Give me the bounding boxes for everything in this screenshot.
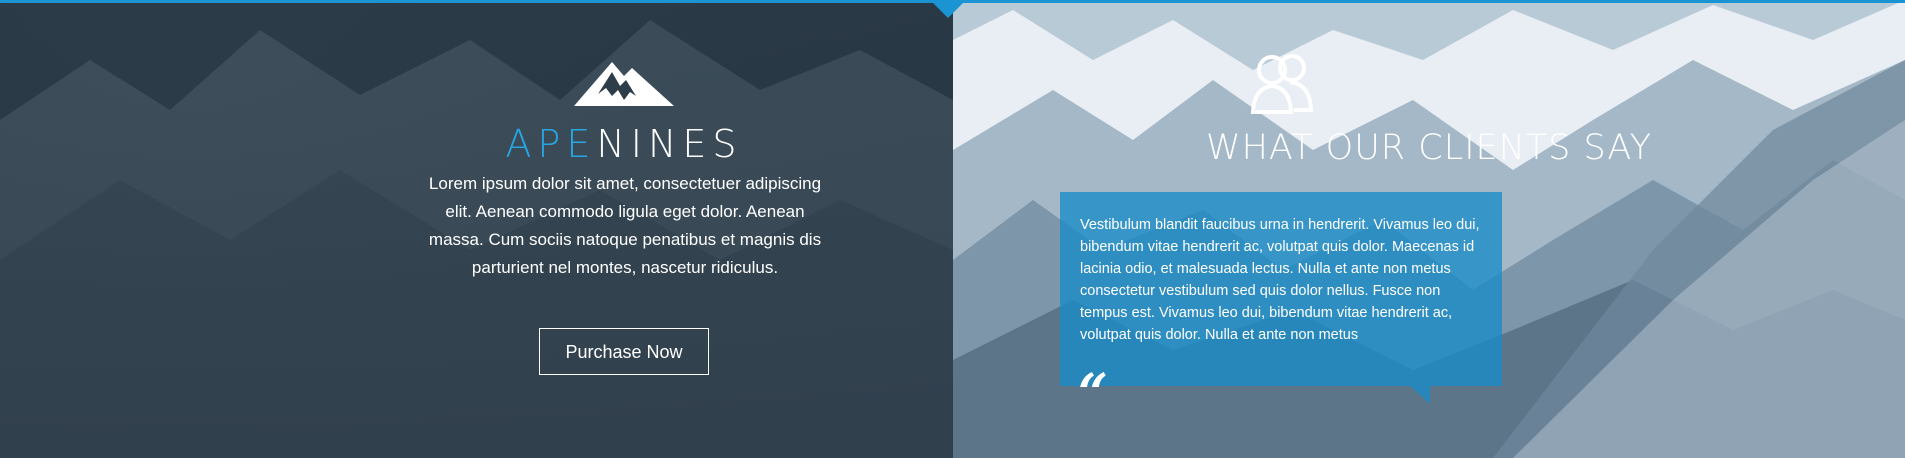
mountain-icon — [574, 62, 674, 106]
brand-name-rest: NINES — [596, 122, 743, 166]
brand-name-accent: APE — [505, 122, 597, 166]
people-icon — [1250, 54, 1314, 114]
purchase-now-button[interactable]: Purchase Now — [539, 328, 709, 375]
top-notch — [930, 0, 966, 18]
testimonial-quote-text: Vestibulum blandit faucibus urna in hend… — [1080, 217, 1480, 343]
quote-box-tail — [1410, 386, 1430, 404]
brand-intro-text: Lorem ipsum dolor sit amet, consectetuer… — [428, 174, 822, 277]
testimonial-quote-box: Vestibulum blandit faucibus urna in hend… — [1060, 192, 1502, 386]
testimonials-title: WHAT OUR CLIENTS SAY — [1205, 128, 1652, 168]
hero-section: APENINES Lorem ipsum dolor sit amet, con… — [0, 0, 1905, 458]
quote-mark-icon: “ — [1078, 363, 1108, 424]
